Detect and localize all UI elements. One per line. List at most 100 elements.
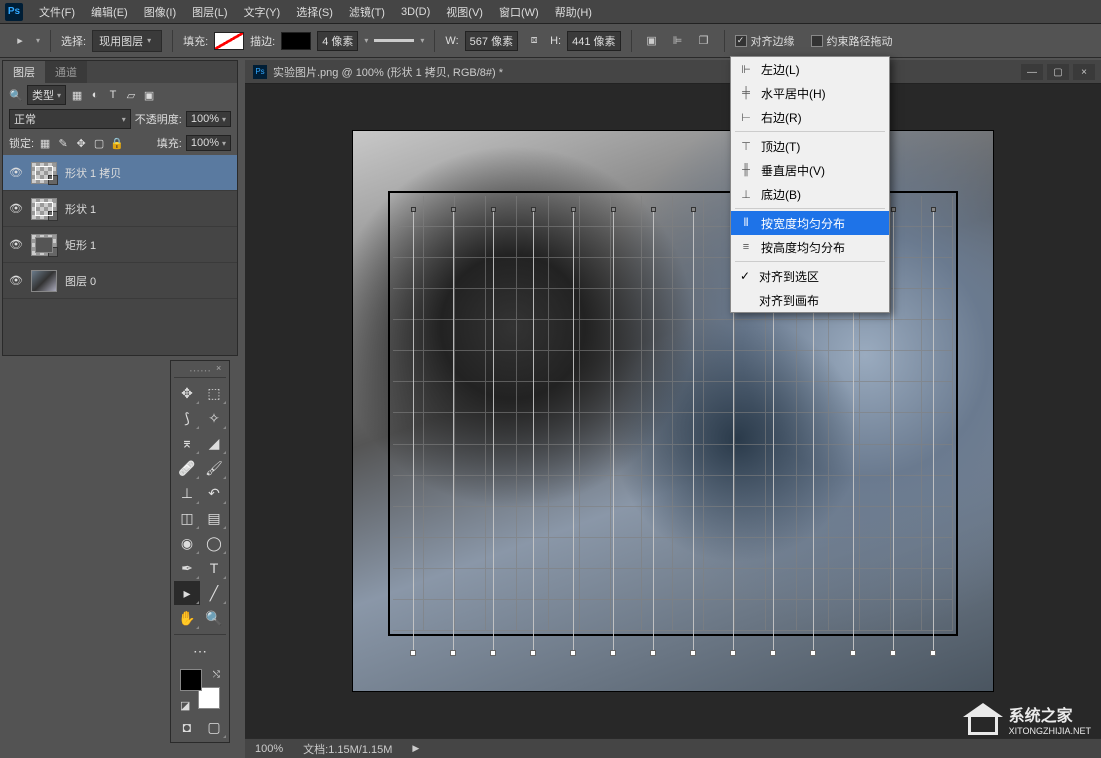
brush-tool[interactable]: 🖌 xyxy=(201,456,227,480)
menu-image[interactable]: 图像(I) xyxy=(136,4,184,20)
search-icon[interactable]: 🔍 xyxy=(9,88,23,102)
stamp-tool[interactable]: ⊥ xyxy=(174,481,200,505)
menu-edit[interactable]: 编辑(E) xyxy=(83,4,136,20)
tab-layers[interactable]: 图层 xyxy=(3,61,45,83)
menu-file[interactable]: 文件(F) xyxy=(31,4,83,20)
eraser-tool[interactable]: ◫ xyxy=(174,506,200,530)
fill-field[interactable]: 100%▾ xyxy=(186,135,231,151)
layer-thumb[interactable] xyxy=(31,234,57,256)
lasso-tool[interactable]: ⟆ xyxy=(174,406,200,430)
close-button[interactable]: × xyxy=(1073,64,1095,80)
path-operations-icon[interactable]: ▣ xyxy=(642,31,662,51)
layer-thumb[interactable] xyxy=(31,270,57,292)
zoom-tool[interactable]: 🔍 xyxy=(201,606,227,630)
stroke-swatch[interactable] xyxy=(281,32,311,50)
lock-transparent-icon[interactable]: ▦ xyxy=(38,136,52,150)
line-tool[interactable]: ╱ xyxy=(201,581,227,605)
menu-align-vcenter[interactable]: ╫垂直居中(V) xyxy=(731,158,889,182)
tools-panel-grip[interactable]: ⋯⋯× xyxy=(174,364,226,378)
stroke-width-field[interactable]: 4 像素 xyxy=(317,31,358,51)
eyedropper-tool[interactable]: ◢ xyxy=(201,431,227,455)
visibility-icon[interactable]: 👁 xyxy=(9,202,23,216)
menu-align-to-canvas[interactable]: 对齐到画布 xyxy=(731,288,889,312)
visibility-icon[interactable]: 👁 xyxy=(9,238,23,252)
stroke-style-dropdown[interactable] xyxy=(374,39,414,42)
layer-item-shape1[interactable]: 👁 形状 1 xyxy=(3,191,237,227)
lock-all-icon[interactable]: 🔒 xyxy=(110,136,124,150)
dodge-tool[interactable]: ◯ xyxy=(201,531,227,555)
menu-align-hcenter[interactable]: ╪水平居中(H) xyxy=(731,81,889,105)
layer-thumb[interactable] xyxy=(31,162,57,184)
menu-distribute-width[interactable]: ⫴按宽度均匀分布 xyxy=(731,211,889,235)
default-colors-icon[interactable]: ◪ xyxy=(180,699,190,709)
foreground-color[interactable] xyxy=(180,669,202,691)
lock-artboard-icon[interactable]: ▢ xyxy=(92,136,106,150)
visibility-icon[interactable]: 👁 xyxy=(9,166,23,180)
layer-name[interactable]: 矩形 1 xyxy=(65,237,96,253)
marquee-tool[interactable]: ⬚ xyxy=(201,381,227,405)
pen-tool[interactable]: ✒ xyxy=(174,556,200,580)
doc-info[interactable]: 文档:1.15M/1.15M xyxy=(303,741,392,757)
quick-mask-tool[interactable]: ◘ xyxy=(174,715,200,739)
width-field[interactable]: 567 像素 xyxy=(465,31,518,51)
minimize-button[interactable]: — xyxy=(1021,64,1043,80)
layer-name[interactable]: 形状 1 拷贝 xyxy=(65,165,121,181)
blend-mode-dropdown[interactable]: 正常▾ xyxy=(9,109,131,129)
hand-tool[interactable]: ✋ xyxy=(174,606,200,630)
filter-type-icon[interactable]: T xyxy=(106,88,120,102)
menu-3d[interactable]: 3D(D) xyxy=(393,6,438,18)
crop-tool[interactable]: ⌆ xyxy=(174,431,200,455)
move-tool[interactable]: ✥ xyxy=(174,381,200,405)
layer-item-shape1-copy[interactable]: 👁 形状 1 拷贝 xyxy=(3,155,237,191)
menu-select[interactable]: 选择(S) xyxy=(288,4,341,20)
menu-layer[interactable]: 图层(L) xyxy=(184,4,235,20)
layer-item-layer0[interactable]: 👁 图层 0 xyxy=(3,263,237,299)
menu-window[interactable]: 窗口(W) xyxy=(491,4,547,20)
tool-preset-chevron-icon[interactable]: ▾ xyxy=(36,36,40,45)
layer-name[interactable]: 形状 1 xyxy=(65,201,96,217)
filter-adjust-icon[interactable]: ◐ xyxy=(88,88,102,102)
path-selection-tool[interactable]: ▸ xyxy=(174,581,200,605)
layer-item-rect1[interactable]: 👁 矩形 1 xyxy=(3,227,237,263)
history-brush-tool[interactable]: ↶ xyxy=(201,481,227,505)
path-arrangement-icon[interactable]: ❐ xyxy=(694,31,714,51)
zoom-level[interactable]: 100% xyxy=(255,743,283,755)
menu-align-left[interactable]: ⊩左边(L) xyxy=(731,57,889,81)
menu-align-to-selection[interactable]: ✓对齐到选区 xyxy=(731,264,889,288)
path-alignment-icon[interactable]: ⊫ xyxy=(668,31,688,51)
menu-align-bottom[interactable]: ⊥底边(B) xyxy=(731,182,889,206)
link-wh-icon[interactable]: ⧈ xyxy=(524,31,544,51)
document-tab[interactable]: Ps 实验图片.png @ 100% (形状 1 拷贝, RGB/8#) * —… xyxy=(245,60,1101,84)
fill-swatch[interactable] xyxy=(214,32,244,50)
align-edges-checkbox[interactable]: 对齐边缘 xyxy=(735,33,795,49)
menu-distribute-height[interactable]: ≡按高度均匀分布 xyxy=(731,235,889,259)
height-field[interactable]: 441 像素 xyxy=(567,31,620,51)
maximize-button[interactable]: ▢ xyxy=(1047,64,1069,80)
blur-tool[interactable]: ◉ xyxy=(174,531,200,555)
menu-view[interactable]: 视图(V) xyxy=(438,4,491,20)
type-tool[interactable]: T xyxy=(201,556,227,580)
screen-mode-tool[interactable]: ▢ xyxy=(201,715,227,739)
gradient-tool[interactable]: ▤ xyxy=(201,506,227,530)
path-selection-tool-icon[interactable]: ▸ xyxy=(10,31,30,51)
menu-help[interactable]: 帮助(H) xyxy=(547,4,600,20)
filter-smart-icon[interactable]: ▣ xyxy=(142,88,156,102)
healing-tool[interactable]: 🩹 xyxy=(174,456,200,480)
menu-align-top[interactable]: ⊤顶边(T) xyxy=(731,134,889,158)
layer-name[interactable]: 图层 0 xyxy=(65,273,96,289)
close-icon[interactable]: × xyxy=(216,363,226,373)
edit-toolbar[interactable]: ⋯ xyxy=(187,639,213,663)
swap-colors-icon[interactable]: ⤭ xyxy=(213,669,220,680)
visibility-icon[interactable]: 👁 xyxy=(9,274,23,288)
select-target-dropdown[interactable]: 现用图层▾ xyxy=(92,30,162,52)
stroke-width-chevron-icon[interactable]: ▾ xyxy=(364,36,368,45)
opacity-field[interactable]: 100%▾ xyxy=(186,111,231,127)
filter-pixel-icon[interactable]: ▦ xyxy=(70,88,84,102)
filter-shape-icon[interactable]: ▱ xyxy=(124,88,138,102)
lock-image-icon[interactable]: ✎ xyxy=(56,136,70,150)
magic-wand-tool[interactable]: ✧ xyxy=(201,406,227,430)
filter-kind-dropdown[interactable]: 类型▾ xyxy=(27,85,66,105)
menu-type[interactable]: 文字(Y) xyxy=(236,4,289,20)
lock-position-icon[interactable]: ✥ xyxy=(74,136,88,150)
constrain-path-checkbox[interactable]: 约束路径拖动 xyxy=(811,33,893,49)
